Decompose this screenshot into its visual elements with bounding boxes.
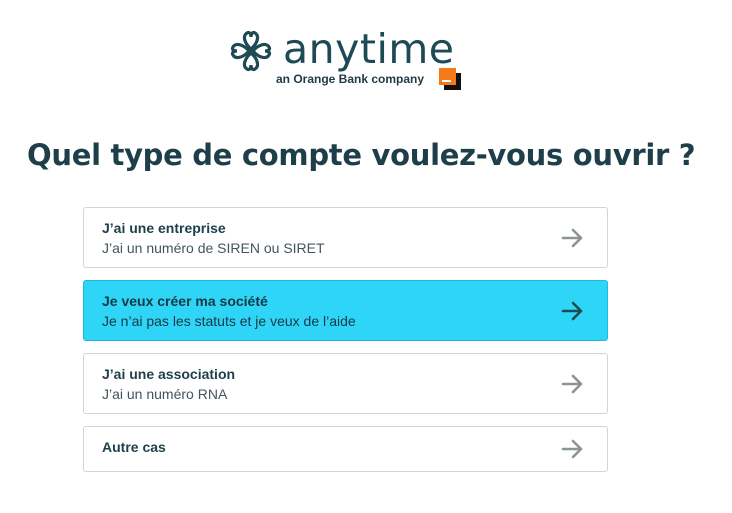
arrow-right-icon <box>561 228 583 247</box>
brand-name: anytime <box>283 25 455 73</box>
option-title: J’ai une entreprise <box>102 220 226 236</box>
clover-logo-icon <box>230 30 272 72</box>
brand-tagline: an Orange Bank company <box>276 72 425 86</box>
option-create-company[interactable]: Je veux créer ma société Je n’ai pas les… <box>83 280 608 341</box>
option-association[interactable]: J’ai une association J’ai un numéro RNA <box>83 353 608 414</box>
option-title: Je veux créer ma société <box>102 293 268 309</box>
option-title: J’ai une association <box>102 366 236 382</box>
option-company[interactable]: J’ai une entreprise J’ai un numéro de SI… <box>83 207 608 268</box>
account-type-options: J’ai une entreprise J’ai un numéro de SI… <box>83 207 608 484</box>
option-subtitle: Je n’ai pas les statuts et je veux de l’… <box>102 313 356 329</box>
account-type-page: anytime an Orange Bank company Quel type… <box>0 0 732 513</box>
arrow-right-icon <box>561 439 583 459</box>
page-title: Quel type de compte voulez-vous ouvrir ? <box>27 138 696 172</box>
option-subtitle: J’ai un numéro de SIREN ou SIRET <box>102 240 325 256</box>
arrow-right-icon <box>561 301 583 320</box>
option-subtitle: J’ai un numéro RNA <box>102 386 228 402</box>
arrow-right-icon <box>561 374 583 393</box>
option-other[interactable]: Autre cas <box>83 426 608 472</box>
option-title: Autre cas <box>102 439 166 455</box>
orange-logo-icon <box>439 68 461 90</box>
anytime-logo: anytime an Orange Bank company <box>228 24 468 94</box>
